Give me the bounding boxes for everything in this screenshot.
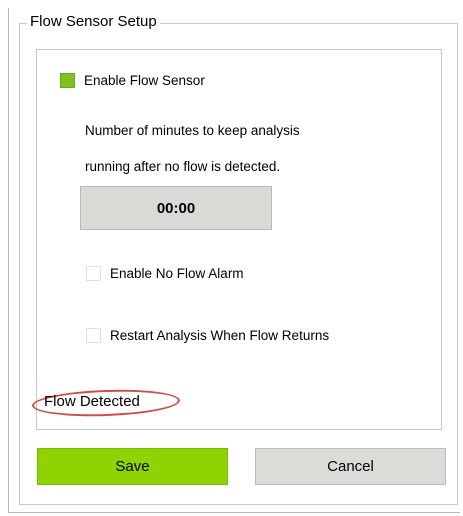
cancel-button[interactable]: Cancel — [255, 448, 446, 485]
checkbox-checked-icon[interactable] — [60, 73, 75, 88]
flow-sensor-panel — [36, 49, 442, 430]
enable-flow-sensor-label: Enable Flow Sensor — [84, 73, 205, 88]
restart-analysis-checkbox[interactable]: Restart Analysis When Flow Returns — [86, 328, 329, 343]
checkbox-unchecked-icon[interactable] — [86, 266, 101, 281]
checkbox-unchecked-icon[interactable] — [86, 328, 101, 343]
enable-no-flow-alarm-checkbox[interactable]: Enable No Flow Alarm — [86, 266, 244, 281]
restart-analysis-label: Restart Analysis When Flow Returns — [110, 328, 330, 343]
save-button[interactable]: Save — [37, 448, 228, 485]
groupbox-title: Flow Sensor Setup — [27, 12, 160, 32]
description-line-2: running after no flow is detected. — [85, 159, 281, 174]
flow-status-text: Flow Detected — [44, 393, 140, 410]
enable-no-flow-alarm-label: Enable No Flow Alarm — [110, 266, 244, 281]
enable-flow-sensor-checkbox[interactable]: Enable Flow Sensor — [60, 73, 205, 88]
minutes-value-button[interactable]: 00:00 — [80, 186, 272, 230]
description-line-1: Number of minutes to keep analysis — [85, 123, 300, 138]
